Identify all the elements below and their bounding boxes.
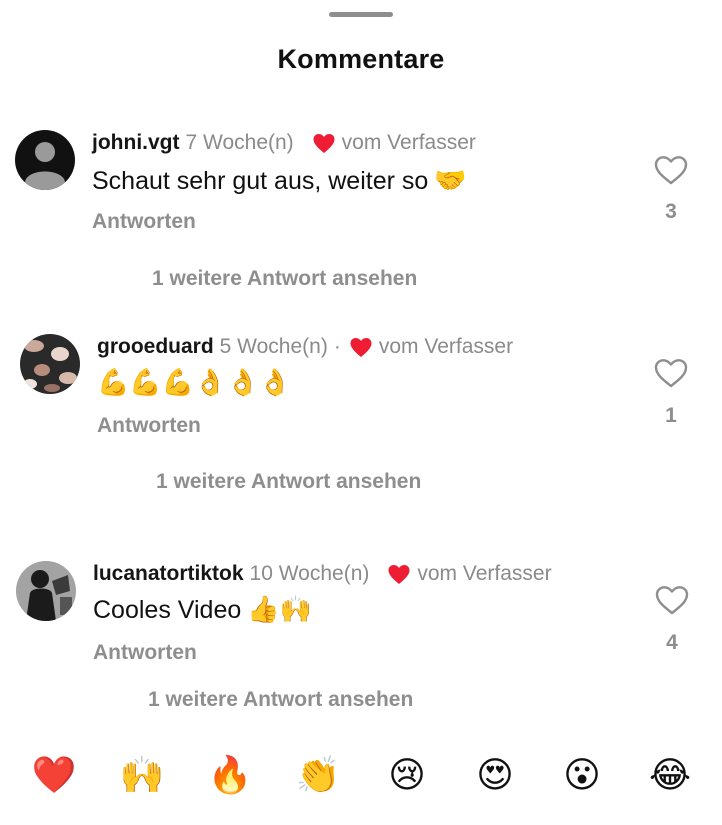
emoji-cry-button[interactable]: 😢 [383, 752, 431, 800]
comment-time: 10 Woche(n) [249, 562, 370, 585]
avatar[interactable] [20, 334, 80, 394]
emoji-fire-button[interactable]: 🔥 [206, 752, 254, 800]
like-count: 1 [665, 404, 677, 427]
emoji-surprised-button[interactable]: 😮 [558, 752, 606, 800]
emoji-laughing-button[interactable]: 😂 [646, 752, 694, 800]
emoji-reaction-bar: ❤️ 🙌 🔥 👏 😢 😍 😮 😂 [0, 752, 722, 800]
author-liked-heart-icon [350, 337, 372, 357]
emoji-raised-hands-button[interactable]: 🙌 [118, 752, 166, 800]
author-badge: vom Verfasser [417, 562, 552, 585]
comment-time: 5 Woche(n) [219, 335, 328, 358]
view-more-replies-link[interactable]: 1 weitere Antwort ansehen [148, 688, 413, 712]
comment-body: Cooles Video [93, 595, 242, 624]
comment-item: lucanatortiktok 10 Woche(n) vom Verfasse… [0, 0, 722, 711]
comment-text: 💪💪💪👌👌👌 [97, 368, 291, 398]
like-heart-icon[interactable] [655, 585, 689, 615]
reply-button[interactable]: Antworten [93, 641, 197, 665]
photo-avatar-image [16, 561, 76, 621]
thumbs-up-raised-hands-emoji: 👍🙌 [247, 595, 313, 625]
muscle-ok-emoji-row: 💪💪💪👌👌👌 [97, 368, 292, 398]
reply-button[interactable]: Antworten [97, 414, 201, 438]
comment-text: Cooles Video 👍🙌 [93, 595, 312, 625]
comment-username[interactable]: grooeduard [97, 335, 214, 359]
author-badge: vom Verfasser [378, 335, 514, 358]
comment-meta: lucanatortiktok 10 Woche(n) vom Verfasse… [93, 562, 552, 586]
like-count: 3 [665, 200, 677, 223]
author-liked-heart-icon [388, 564, 410, 584]
avatar[interactable] [16, 561, 76, 621]
emoji-clap-button[interactable]: 👏 [294, 752, 342, 800]
emoji-heart-eyes-button[interactable]: 😍 [471, 752, 519, 800]
view-more-replies-link[interactable]: 1 weitere Antwort ansehen [152, 267, 417, 291]
reply-button[interactable]: Antworten [92, 210, 196, 234]
separator-dot: · [333, 335, 341, 358]
like-count: 4 [666, 631, 678, 654]
like-heart-icon[interactable] [654, 358, 688, 388]
view-more-replies-link[interactable]: 1 weitere Antwort ansehen [156, 470, 421, 494]
emoji-heart-button[interactable]: ❤️ [30, 752, 78, 800]
camo-avatar-image [20, 334, 80, 394]
comment-meta: grooeduard 5 Woche(n) · vom Verfasser [97, 335, 513, 359]
comment-username[interactable]: lucanatortiktok [93, 562, 244, 586]
